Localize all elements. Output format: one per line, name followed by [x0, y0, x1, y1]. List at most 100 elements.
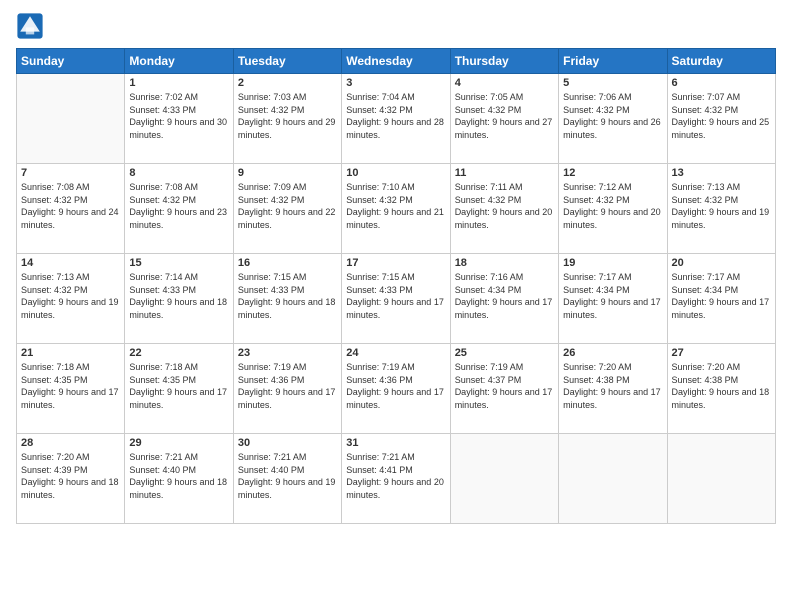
calendar-day: 30 Sunrise: 7:21 AM Sunset: 4:40 PM Dayl… — [233, 434, 341, 524]
day-info: Sunrise: 7:20 AM Sunset: 4:39 PM Dayligh… — [21, 451, 120, 501]
day-number: 28 — [21, 437, 120, 449]
day-number: 6 — [672, 77, 771, 89]
sunrise-text: Sunrise: 7:06 AM — [563, 91, 662, 104]
daylight-text: Daylight: 9 hours and 19 minutes. — [238, 476, 337, 501]
sunrise-text: Sunrise: 7:08 AM — [129, 181, 228, 194]
sunset-text: Sunset: 4:32 PM — [672, 104, 771, 117]
day-info: Sunrise: 7:17 AM Sunset: 4:34 PM Dayligh… — [672, 271, 771, 321]
calendar-day: 16 Sunrise: 7:15 AM Sunset: 4:33 PM Dayl… — [233, 254, 341, 344]
calendar-day — [559, 434, 667, 524]
sunrise-text: Sunrise: 7:04 AM — [346, 91, 445, 104]
logo-icon — [16, 12, 44, 40]
sunrise-text: Sunrise: 7:14 AM — [129, 271, 228, 284]
day-number: 31 — [346, 437, 445, 449]
day-info: Sunrise: 7:21 AM Sunset: 4:40 PM Dayligh… — [129, 451, 228, 501]
daylight-text: Daylight: 9 hours and 18 minutes. — [129, 296, 228, 321]
sunrise-text: Sunrise: 7:19 AM — [238, 361, 337, 374]
calendar-day: 3 Sunrise: 7:04 AM Sunset: 4:32 PM Dayli… — [342, 74, 450, 164]
day-info: Sunrise: 7:05 AM Sunset: 4:32 PM Dayligh… — [455, 91, 554, 141]
sunset-text: Sunset: 4:37 PM — [455, 374, 554, 387]
sunset-text: Sunset: 4:32 PM — [21, 194, 120, 207]
sunrise-text: Sunrise: 7:13 AM — [21, 271, 120, 284]
day-number: 10 — [346, 167, 445, 179]
sunset-text: Sunset: 4:38 PM — [672, 374, 771, 387]
daylight-text: Daylight: 9 hours and 25 minutes. — [672, 116, 771, 141]
day-number: 13 — [672, 167, 771, 179]
calendar-day: 12 Sunrise: 7:12 AM Sunset: 4:32 PM Dayl… — [559, 164, 667, 254]
sunrise-text: Sunrise: 7:11 AM — [455, 181, 554, 194]
calendar-week: 1 Sunrise: 7:02 AM Sunset: 4:33 PM Dayli… — [17, 74, 776, 164]
calendar-day: 11 Sunrise: 7:11 AM Sunset: 4:32 PM Dayl… — [450, 164, 558, 254]
header-day: Tuesday — [233, 49, 341, 74]
calendar-day: 22 Sunrise: 7:18 AM Sunset: 4:35 PM Dayl… — [125, 344, 233, 434]
day-number: 18 — [455, 257, 554, 269]
day-info: Sunrise: 7:13 AM Sunset: 4:32 PM Dayligh… — [21, 271, 120, 321]
sunset-text: Sunset: 4:34 PM — [455, 284, 554, 297]
sunset-text: Sunset: 4:33 PM — [129, 284, 228, 297]
sunset-text: Sunset: 4:36 PM — [346, 374, 445, 387]
sunset-text: Sunset: 4:38 PM — [563, 374, 662, 387]
calendar-day — [667, 434, 775, 524]
sunset-text: Sunset: 4:35 PM — [21, 374, 120, 387]
day-info: Sunrise: 7:06 AM Sunset: 4:32 PM Dayligh… — [563, 91, 662, 141]
header-day: Sunday — [17, 49, 125, 74]
calendar-day: 14 Sunrise: 7:13 AM Sunset: 4:32 PM Dayl… — [17, 254, 125, 344]
day-number: 30 — [238, 437, 337, 449]
day-info: Sunrise: 7:21 AM Sunset: 4:41 PM Dayligh… — [346, 451, 445, 501]
sunset-text: Sunset: 4:33 PM — [238, 284, 337, 297]
daylight-text: Daylight: 9 hours and 17 minutes. — [21, 386, 120, 411]
calendar-week: 21 Sunrise: 7:18 AM Sunset: 4:35 PM Dayl… — [17, 344, 776, 434]
day-number: 11 — [455, 167, 554, 179]
sunrise-text: Sunrise: 7:03 AM — [238, 91, 337, 104]
day-number: 9 — [238, 167, 337, 179]
sunrise-text: Sunrise: 7:21 AM — [238, 451, 337, 464]
daylight-text: Daylight: 9 hours and 18 minutes. — [129, 476, 228, 501]
calendar-day: 31 Sunrise: 7:21 AM Sunset: 4:41 PM Dayl… — [342, 434, 450, 524]
day-info: Sunrise: 7:20 AM Sunset: 4:38 PM Dayligh… — [672, 361, 771, 411]
daylight-text: Daylight: 9 hours and 26 minutes. — [563, 116, 662, 141]
calendar-day: 23 Sunrise: 7:19 AM Sunset: 4:36 PM Dayl… — [233, 344, 341, 434]
daylight-text: Daylight: 9 hours and 17 minutes. — [455, 386, 554, 411]
calendar-week: 14 Sunrise: 7:13 AM Sunset: 4:32 PM Dayl… — [17, 254, 776, 344]
calendar-day: 10 Sunrise: 7:10 AM Sunset: 4:32 PM Dayl… — [342, 164, 450, 254]
calendar-day: 27 Sunrise: 7:20 AM Sunset: 4:38 PM Dayl… — [667, 344, 775, 434]
calendar-day: 29 Sunrise: 7:21 AM Sunset: 4:40 PM Dayl… — [125, 434, 233, 524]
sunrise-text: Sunrise: 7:08 AM — [21, 181, 120, 194]
daylight-text: Daylight: 9 hours and 28 minutes. — [346, 116, 445, 141]
sunset-text: Sunset: 4:32 PM — [346, 104, 445, 117]
header-day: Thursday — [450, 49, 558, 74]
sunset-text: Sunset: 4:34 PM — [563, 284, 662, 297]
daylight-text: Daylight: 9 hours and 21 minutes. — [346, 206, 445, 231]
sunrise-text: Sunrise: 7:10 AM — [346, 181, 445, 194]
calendar-day: 25 Sunrise: 7:19 AM Sunset: 4:37 PM Dayl… — [450, 344, 558, 434]
sunset-text: Sunset: 4:32 PM — [455, 104, 554, 117]
calendar-day: 15 Sunrise: 7:14 AM Sunset: 4:33 PM Dayl… — [125, 254, 233, 344]
daylight-text: Daylight: 9 hours and 18 minutes. — [21, 476, 120, 501]
day-info: Sunrise: 7:19 AM Sunset: 4:37 PM Dayligh… — [455, 361, 554, 411]
calendar-day: 17 Sunrise: 7:15 AM Sunset: 4:33 PM Dayl… — [342, 254, 450, 344]
sunrise-text: Sunrise: 7:17 AM — [563, 271, 662, 284]
sunset-text: Sunset: 4:35 PM — [129, 374, 228, 387]
daylight-text: Daylight: 9 hours and 17 minutes. — [563, 386, 662, 411]
day-info: Sunrise: 7:18 AM Sunset: 4:35 PM Dayligh… — [129, 361, 228, 411]
day-number: 23 — [238, 347, 337, 359]
day-number: 3 — [346, 77, 445, 89]
sunset-text: Sunset: 4:32 PM — [346, 194, 445, 207]
sunrise-text: Sunrise: 7:19 AM — [346, 361, 445, 374]
calendar-day: 4 Sunrise: 7:05 AM Sunset: 4:32 PM Dayli… — [450, 74, 558, 164]
sunrise-text: Sunrise: 7:19 AM — [455, 361, 554, 374]
day-info: Sunrise: 7:09 AM Sunset: 4:32 PM Dayligh… — [238, 181, 337, 231]
day-info: Sunrise: 7:02 AM Sunset: 4:33 PM Dayligh… — [129, 91, 228, 141]
sunset-text: Sunset: 4:32 PM — [455, 194, 554, 207]
calendar-day: 2 Sunrise: 7:03 AM Sunset: 4:32 PM Dayli… — [233, 74, 341, 164]
logo — [16, 12, 48, 40]
day-number: 26 — [563, 347, 662, 359]
calendar-day: 1 Sunrise: 7:02 AM Sunset: 4:33 PM Dayli… — [125, 74, 233, 164]
calendar-day: 24 Sunrise: 7:19 AM Sunset: 4:36 PM Dayl… — [342, 344, 450, 434]
calendar-day — [17, 74, 125, 164]
sunrise-text: Sunrise: 7:21 AM — [346, 451, 445, 464]
daylight-text: Daylight: 9 hours and 17 minutes. — [129, 386, 228, 411]
page: SundayMondayTuesdayWednesdayThursdayFrid… — [0, 0, 792, 612]
day-number: 25 — [455, 347, 554, 359]
sunrise-text: Sunrise: 7:12 AM — [563, 181, 662, 194]
